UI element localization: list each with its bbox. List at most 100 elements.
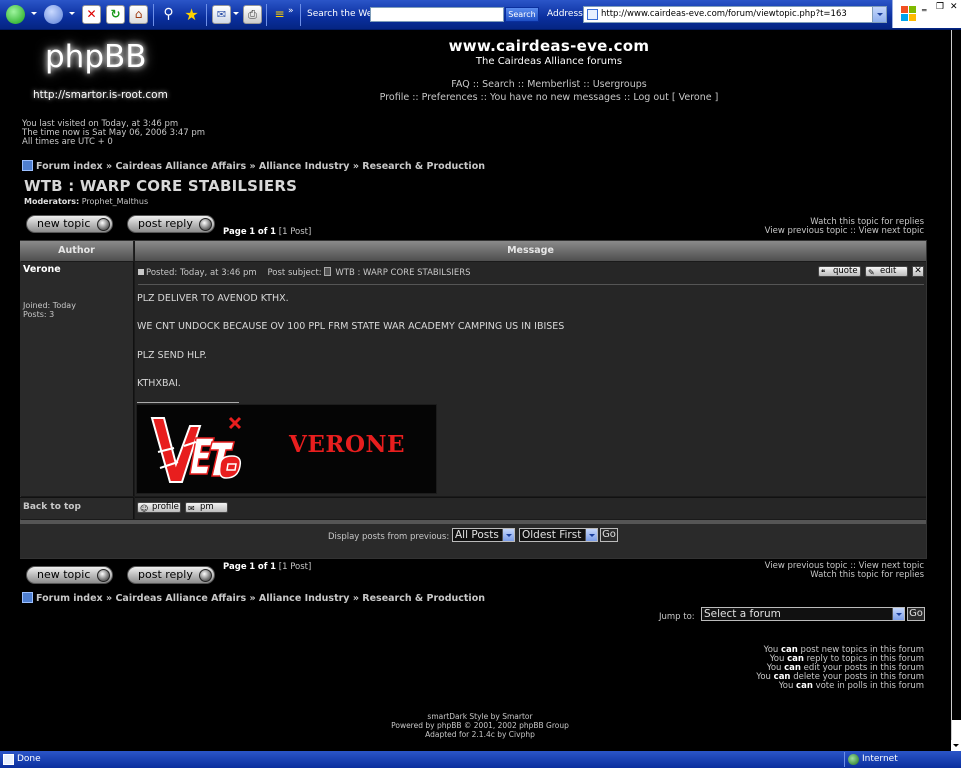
home-icon[interactable]: ⌂ [129, 5, 148, 24]
post-subject-label: Post subject: [267, 268, 322, 278]
watch-topic-link[interactable]: Watch this topic for replies [765, 571, 924, 580]
scroll-down-icon[interactable] [951, 740, 961, 751]
window-controls: ‗ ❐ ✕ [919, 0, 961, 28]
page-info: Page 1 of 1 [1 Post] [223, 227, 312, 237]
post-link-icon[interactable] [138, 269, 144, 275]
main-nav: FAQ :: Search :: Memberlist :: Usergroup… [451, 79, 647, 90]
nav-logout[interactable]: Log out [ Verone ] [633, 92, 718, 103]
signature-divider [137, 402, 239, 403]
forum-home-icon[interactable] [22, 592, 33, 603]
nav-memberlist[interactable]: Memberlist [527, 79, 580, 90]
internet-zone-icon [848, 754, 859, 765]
profile-button[interactable]: ☺ profile [137, 502, 181, 513]
button-knob-icon [199, 218, 212, 231]
forum-logo[interactable]: phpBB [45, 39, 147, 75]
mail-icon[interactable]: ✉ [212, 5, 231, 24]
refresh-icon[interactable]: ↻ [106, 5, 125, 24]
nav-faq[interactable]: FAQ [451, 79, 469, 90]
nav-search[interactable]: Search [482, 79, 515, 90]
signature-name: VERONE [289, 431, 406, 458]
previous-topic-link[interactable]: View previous topic [765, 226, 848, 236]
restore-icon[interactable]: ❐ [936, 2, 944, 12]
post-body-line: WE CNT UNDOCK BECAUSE OV 100 PPL FRM STA… [137, 321, 565, 332]
forum-home-icon[interactable] [22, 160, 33, 171]
footer-powered-by[interactable]: Powered by phpBB © 2001, 2002 phpBB Grou… [330, 721, 630, 730]
new-topic-button[interactable]: new topic [26, 215, 113, 233]
windows-logo-icon [892, 0, 919, 28]
forward-dropdown-icon[interactable] [69, 12, 75, 15]
back-to-top-link[interactable]: Back to top [23, 502, 81, 512]
poster-name[interactable]: Verone [23, 264, 61, 275]
toolbar-search-input[interactable] [370, 7, 504, 22]
topic-links-bottom: View previous topic :: View next topic W… [764, 561, 924, 580]
breadcrumb-item-research-production[interactable]: Research & Production [362, 593, 485, 604]
quote-button[interactable]: ❝ quote [818, 266, 861, 277]
jump-go-button[interactable]: Go [907, 607, 925, 621]
scrollbar-thumb[interactable] [952, 30, 961, 720]
moderator-link[interactable]: Prophet_Malthus [82, 197, 148, 206]
breadcrumb-item-forum-index[interactable]: Forum index [36, 161, 103, 172]
post-reply-button[interactable]: post reply [127, 566, 215, 584]
footer-adapted[interactable]: Adapted for 2.1.4c by Civphp [330, 730, 630, 739]
page-footer: smartDark Style by Smartor Powered by ph… [330, 712, 630, 739]
topic-title[interactable]: WTB : WARP CORE STABILSIERS [24, 177, 297, 195]
nav-messages[interactable]: You have no new messages [490, 92, 621, 103]
topic-links-top: Watch this topic for replies View previo… [764, 217, 924, 236]
forward-icon[interactable] [44, 5, 63, 24]
close-icon[interactable]: ✕ [950, 2, 958, 12]
nav-usergroups[interactable]: Usergroups [593, 79, 647, 90]
back-icon[interactable] [6, 5, 25, 24]
post-subject: WTB : WARP CORE STABILSIERS [335, 268, 471, 278]
poster-info: Joined: Today Posts: 3 [23, 301, 76, 319]
new-topic-button[interactable]: new topic [26, 566, 113, 584]
breadcrumb-bottom: Forum index » Cairdeas Alliance Affairs … [22, 592, 485, 604]
nav-profile[interactable]: Profile [380, 92, 410, 103]
toolbar-overflow-icon[interactable]: » [288, 6, 294, 16]
address-bar[interactable]: http://www.cairdeas-eve.com/forum/viewto… [583, 6, 887, 23]
posts-order-select[interactable]: Oldest First [519, 528, 598, 542]
permission-line: You can vote in polls in this forum [778, 681, 924, 691]
breadcrumb-item-alliance-industry[interactable]: Alliance Industry [259, 161, 350, 172]
page-info: Page 1 of 1 [1 Post] [223, 562, 312, 572]
post-body-line: PLZ DELIVER TO AVENOD KTHX. [137, 293, 289, 304]
button-knob-icon [97, 218, 110, 231]
jump-to-select[interactable]: Select a forum [701, 607, 905, 621]
minimize-icon[interactable]: ‗ [922, 2, 927, 12]
author-column-header: Author [20, 241, 134, 261]
address-dropdown-icon[interactable] [872, 7, 886, 22]
nav-preferences[interactable]: Preferences [422, 92, 478, 103]
back-dropdown-icon[interactable] [31, 12, 37, 15]
breadcrumb-item-forum-index[interactable]: Forum index [36, 593, 103, 604]
button-knob-icon [97, 569, 110, 582]
profile-icon: ☺ [140, 504, 149, 513]
favorites-icon[interactable]: ★ [182, 5, 201, 24]
breadcrumb-item-research-production[interactable]: Research & Production [362, 161, 485, 172]
post-divider [138, 284, 924, 285]
post-reply-button[interactable]: post reply [127, 215, 215, 233]
signature-logo-icon [150, 416, 242, 483]
mail-dropdown-icon[interactable] [233, 12, 239, 15]
messenger-icon[interactable]: ≡ [270, 5, 289, 24]
forum-permissions: You can post new topics in this forum Yo… [756, 646, 924, 691]
post-body-line: KTHXBAI. [137, 378, 181, 389]
timezone: All times are UTC + 0 [22, 137, 113, 147]
post-body-line: PLZ SEND HLP. [137, 350, 207, 361]
address-label: Address [547, 9, 583, 19]
toolbar-search-button[interactable]: Search [505, 7, 539, 22]
edit-button[interactable]: ✎ edit [865, 266, 908, 277]
filter-go-button[interactable]: Go [600, 528, 618, 542]
breadcrumb-item-alliance-affairs[interactable]: Cairdeas Alliance Affairs [115, 161, 246, 172]
next-topic-link[interactable]: View next topic [859, 226, 924, 236]
footer-style-credit[interactable]: smartDark Style by Smartor [330, 712, 630, 721]
search-icon[interactable]: ⚲ [159, 5, 178, 24]
stop-icon[interactable]: ✕ [82, 5, 101, 24]
posts-period-select[interactable]: All Posts [452, 528, 515, 542]
pm-button[interactable]: ✉ pm [185, 502, 228, 513]
status-bar [0, 751, 961, 768]
breadcrumb-item-alliance-industry[interactable]: Alliance Industry [259, 593, 350, 604]
breadcrumb-item-alliance-affairs[interactable]: Cairdeas Alliance Affairs [115, 593, 246, 604]
print-icon[interactable]: ⎙ [243, 5, 262, 24]
chevron-down-icon [892, 608, 904, 620]
delete-button[interactable]: ✕ [912, 266, 924, 277]
post-footer-right [135, 497, 926, 519]
